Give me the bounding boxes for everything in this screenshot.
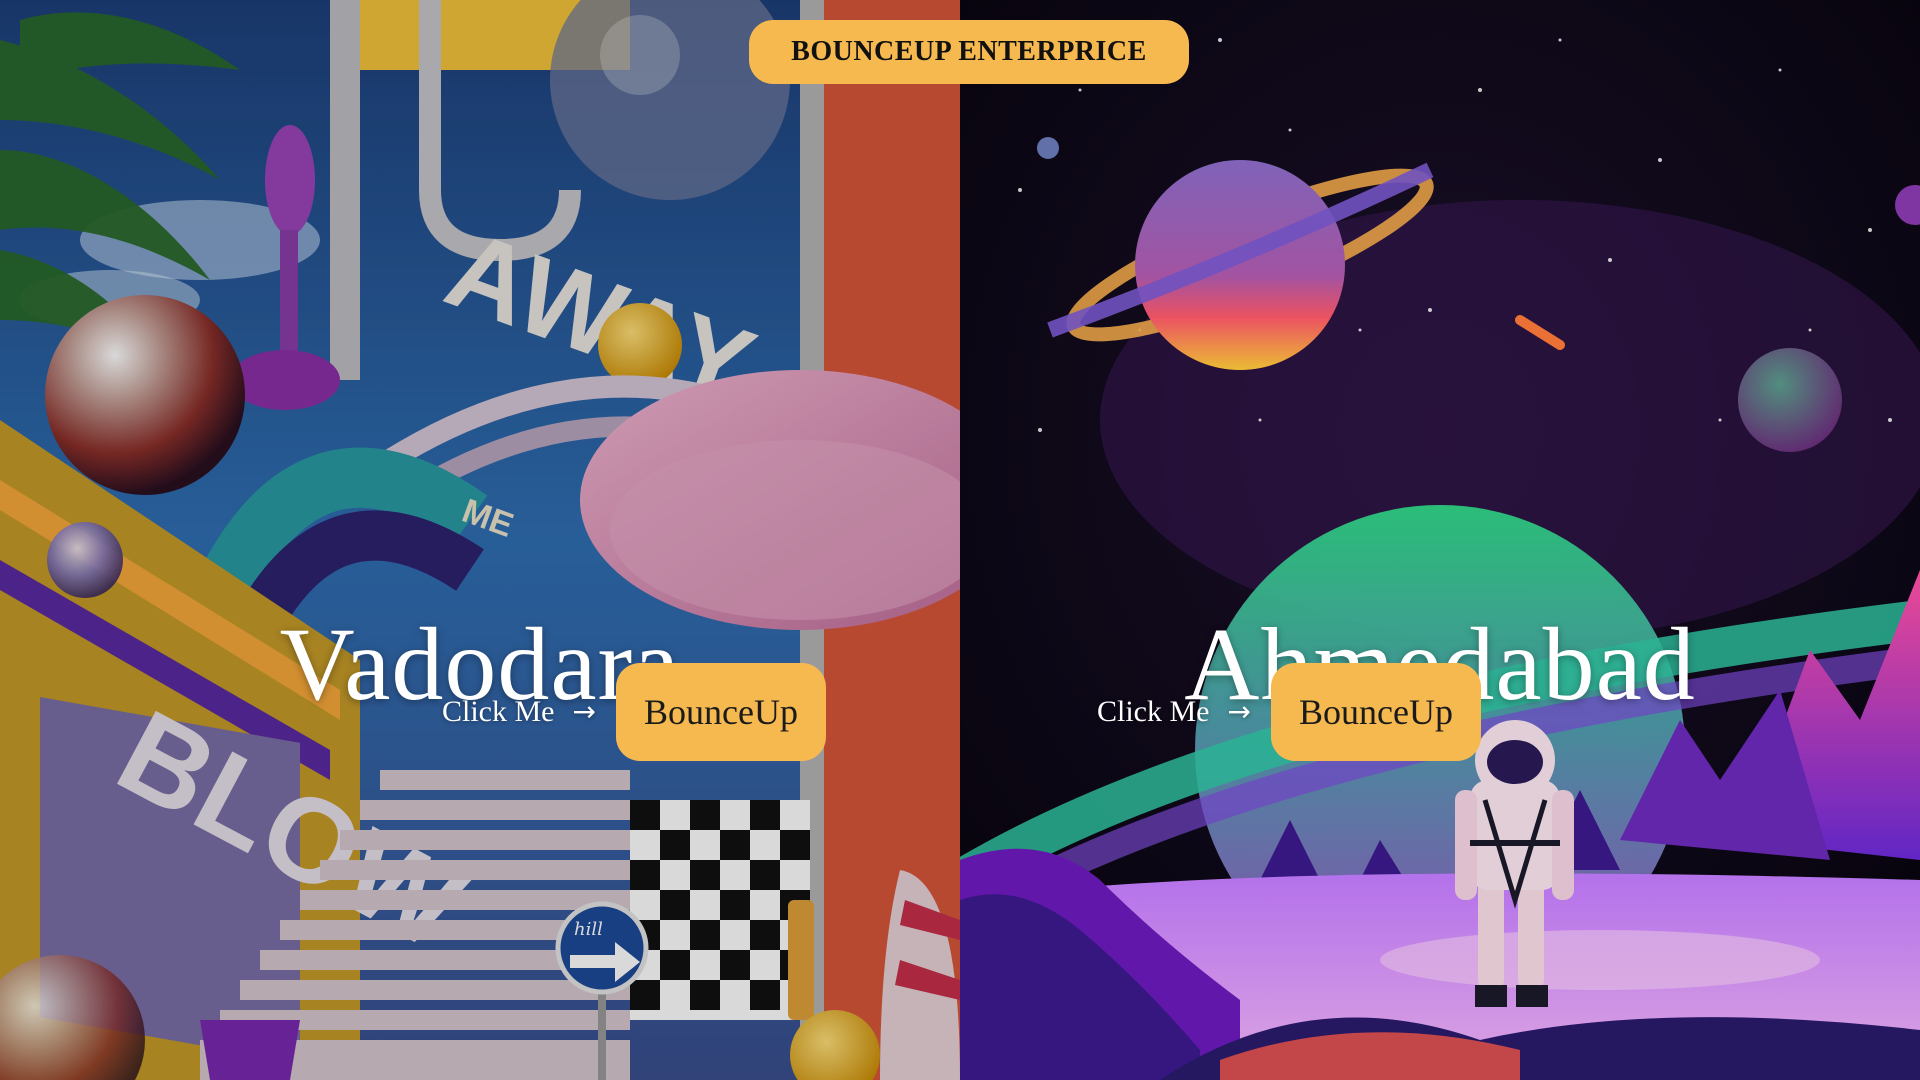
click-me-link[interactable]: Click Me → bbox=[1097, 695, 1251, 729]
brand-logo[interactable]: BOUNCEUP ENTERPRICE bbox=[749, 20, 1189, 84]
ahmedabad-action-row: Click Me → BounceUp bbox=[1097, 663, 1481, 761]
vadodara-background-art: AWAY BLOW ME hill bbox=[0, 0, 960, 1080]
click-me-label: Click Me bbox=[442, 695, 555, 728]
vadodara-panel: AWAY BLOW ME hill Vadodara Click Me → Bo… bbox=[0, 0, 960, 1080]
right-arrow-icon: → bbox=[572, 695, 596, 728]
click-me-link[interactable]: Click Me → bbox=[442, 695, 596, 729]
ahmedabad-background-art bbox=[960, 0, 1920, 1080]
bounceup-button[interactable]: BounceUp bbox=[1270, 663, 1481, 761]
vadodara-action-row: Click Me → BounceUp bbox=[442, 663, 826, 761]
right-arrow-icon: → bbox=[1227, 695, 1251, 728]
landing-page: AWAY BLOW ME hill Vadodara Click Me → Bo… bbox=[0, 0, 1920, 1080]
click-me-label: Click Me bbox=[1097, 695, 1210, 728]
ahmedabad-panel: Ahmedabad Click Me → BounceUp bbox=[960, 0, 1920, 1080]
bounceup-button[interactable]: BounceUp bbox=[615, 663, 826, 761]
